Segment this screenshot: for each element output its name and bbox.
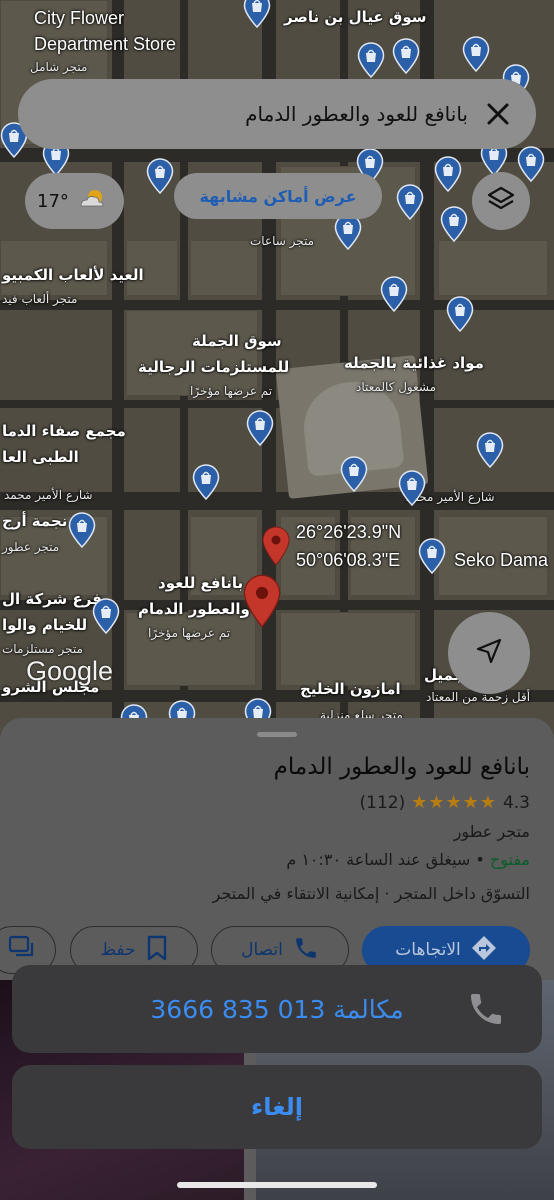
map-label: امازون الخليج (300, 680, 401, 698)
rating-value: 4.3 (502, 792, 530, 813)
place-category: متجر عطور (453, 822, 530, 841)
layers-icon (486, 184, 516, 218)
shopping-pin-icon[interactable] (146, 158, 174, 194)
shopping-pin-icon[interactable] (380, 276, 408, 312)
map-label: العيد لألعاب الكمبيو (2, 266, 144, 284)
map-label: مواد غذائية بالجمله (344, 354, 484, 372)
call-number-option[interactable]: مكالمة 013 835 3666 (12, 965, 542, 1053)
selected-place-pin-icon[interactable] (243, 574, 281, 632)
search-bar[interactable]: بانافع للعود والعطور الدمام (18, 79, 536, 149)
partly-sunny-icon (77, 186, 109, 216)
map-label: الطبى العا (2, 448, 79, 466)
shopping-pin-icon[interactable] (192, 464, 220, 500)
open-status-label: مفتوح (489, 850, 530, 869)
shopping-pin-icon[interactable] (434, 156, 462, 192)
shopping-pin-icon[interactable] (398, 470, 426, 506)
rating-stars: ★★★★★ (411, 792, 497, 813)
map-label: مجمع صفاء الدما (2, 422, 126, 440)
phone-icon (293, 935, 319, 966)
call-number-label: مكالمة 013 835 3666 (150, 994, 404, 1024)
map-label: فرع شركة ال (2, 590, 102, 608)
weather-temperature: 17° (37, 190, 69, 212)
message-icon (8, 935, 36, 966)
coordinates-lon: 50°06'08.3"E (296, 550, 401, 570)
map-label: بانافع للعود (158, 574, 244, 592)
coordinate-pin-icon[interactable] (262, 526, 290, 570)
shopping-pin-icon[interactable] (476, 432, 504, 468)
weather-chip[interactable]: 17° (25, 173, 124, 229)
map-label: للمستلزمات الرجالية (138, 358, 290, 376)
bookmark-icon (146, 935, 168, 966)
shopping-pin-icon[interactable] (334, 214, 362, 250)
map-label: سوق الجملة (192, 332, 282, 350)
rating-row[interactable]: (112) ★★★★★ 4.3 (360, 792, 530, 813)
map-label: سوق عيال بن ناصر (284, 8, 427, 26)
map-label: مشغول كالمعتاد (356, 380, 437, 394)
phone-icon (466, 989, 506, 1029)
map-label: تم عرضها مؤخرًا (190, 384, 273, 398)
shopping-pin-icon[interactable] (340, 456, 368, 492)
shopping-pin-icon[interactable] (440, 206, 468, 242)
shopping-pin-icon[interactable] (462, 36, 490, 72)
shopping-pin-icon[interactable] (392, 38, 420, 74)
shopping-pin-icon[interactable] (68, 512, 96, 548)
google-logo: Google (26, 656, 114, 686)
service-features: التسوّق داخل المتجر · إمكانية الانتقاء ف… (212, 884, 530, 903)
map-label: Department Store (34, 34, 177, 54)
search-query-text: بانافع للعود والعطور الدمام (245, 102, 468, 126)
call-label: اتصال (241, 940, 283, 960)
coordinates-lat: 26°26'23.9"N (296, 522, 402, 542)
map-label: Seko Dama (454, 550, 549, 570)
shopping-pin-icon[interactable] (243, 0, 271, 28)
close-icon[interactable] (480, 96, 516, 132)
similar-places-button[interactable]: عرض أماكن مشابهة (174, 173, 382, 219)
map-label: شارع الأمير محمد (4, 488, 93, 502)
map-view[interactable]: City Flower Department Store متجر شامل س… (0, 0, 554, 740)
my-location-button[interactable] (448, 612, 530, 694)
shopping-pin-icon[interactable] (246, 410, 274, 446)
shopping-pin-icon[interactable] (418, 538, 446, 574)
directions-label: الاتجاهات (395, 940, 461, 960)
shopping-pin-icon[interactable] (517, 146, 545, 182)
navigation-arrow-icon (474, 636, 504, 670)
shopping-pin-icon[interactable] (396, 184, 424, 220)
map-label: والعطور الدمام (138, 600, 250, 618)
map-label: متجر شامل (30, 60, 88, 74)
map-label: تم عرضها مؤخرًا (148, 626, 231, 640)
map-label: للخيام والوا (2, 616, 88, 634)
map-label: نجمة أرج (2, 512, 68, 530)
map-label: متجر مستلزمات (2, 642, 83, 656)
home-indicator (177, 1182, 377, 1188)
open-status: مفتوح • سيغلق عند الساعة ١٠:٣٠ م (286, 850, 530, 869)
shopping-pin-icon[interactable] (446, 296, 474, 332)
review-count: (112) (359, 792, 406, 813)
map-label: City Flower (34, 8, 125, 28)
map-label: متجر عطور (2, 540, 60, 554)
cancel-button[interactable]: إلغاء (12, 1065, 542, 1149)
layers-button[interactable] (472, 172, 530, 230)
directions-icon (471, 935, 497, 966)
map-label: متجر ساعات (250, 234, 315, 248)
place-name: بانافع للعود والعطور الدمام (273, 754, 530, 780)
shopping-pin-icon[interactable] (92, 598, 120, 634)
sheet-drag-handle[interactable] (257, 732, 297, 737)
closing-time: • سيغلق عند الساعة ١٠:٣٠ م (286, 850, 490, 869)
shopping-pin-icon[interactable] (357, 42, 385, 78)
map-label: متجر ألعاب فيد (2, 292, 78, 306)
save-label: حفظ (100, 940, 136, 960)
